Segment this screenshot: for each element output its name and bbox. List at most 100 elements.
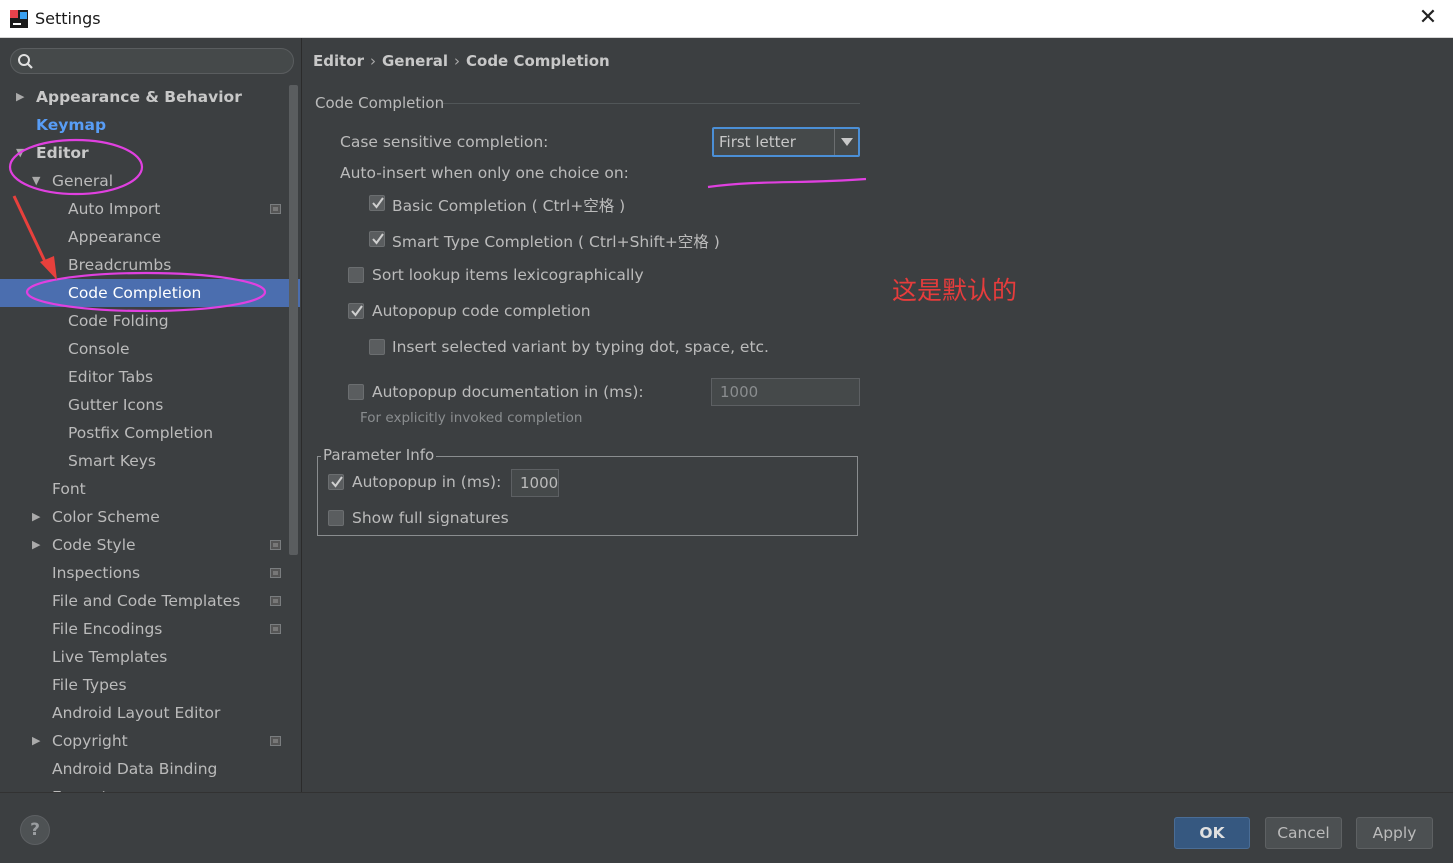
- intellij-icon: [10, 10, 28, 28]
- sidebar-item-label: Color Scheme: [52, 508, 160, 526]
- sidebar-item-label: Editor: [36, 144, 89, 162]
- project-scope-icon: [270, 204, 281, 214]
- sidebar-item-label: Appearance: [68, 228, 162, 246]
- cancel-button[interactable]: Cancel: [1265, 817, 1342, 849]
- sidebar-item-smart-keys[interactable]: Smart Keys: [0, 447, 288, 475]
- sidebar-item-inspections[interactable]: Inspections: [0, 559, 288, 587]
- sidebar-item-editor-tabs[interactable]: Editor Tabs: [0, 363, 288, 391]
- sidebar-item-code-folding[interactable]: Code Folding: [0, 307, 288, 335]
- sidebar-item-appearance[interactable]: Appearance: [0, 223, 288, 251]
- case-sensitive-value: First letter: [719, 133, 796, 151]
- search-icon: [18, 54, 33, 69]
- breadcrumb-editor: Editor: [313, 52, 364, 70]
- insert-selected-checkbox[interactable]: [369, 339, 385, 355]
- sidebar-item-general[interactable]: ▼ General: [0, 167, 288, 195]
- sidebar-item-android-data-binding[interactable]: Android Data Binding: [0, 755, 288, 783]
- smart-type-completion-checkbox[interactable]: [369, 231, 385, 247]
- apply-button[interactable]: Apply: [1356, 817, 1433, 849]
- autopopup-doc-checkbox[interactable]: [348, 384, 364, 400]
- sidebar-item-editor[interactable]: ▼ Editor: [0, 139, 288, 167]
- insert-selected-label: Insert selected variant by typing dot, s…: [392, 338, 769, 356]
- sidebar-item-label: Keymap: [36, 116, 107, 134]
- settings-tree: ▶ Appearance & Behavior Keymap ▼ Editor ▼ Gene…: [0, 83, 300, 792]
- sidebar-item-console[interactable]: Console: [0, 335, 288, 363]
- autopopup-doc-label: Autopopup documentation in (ms):: [372, 383, 644, 401]
- sidebar-item-auto-import[interactable]: Auto Import: [0, 195, 288, 223]
- dialog-button-bar: ? OK Cancel Apply: [0, 792, 1453, 863]
- search-input[interactable]: [10, 48, 294, 74]
- expand-right-icon[interactable]: ▶: [16, 83, 30, 111]
- sidebar-item-breadcrumbs[interactable]: Breadcrumbs: [0, 251, 288, 279]
- expand-right-icon[interactable]: ▶: [32, 503, 46, 531]
- close-icon[interactable]: ✕: [1417, 5, 1439, 31]
- sort-lookup-checkbox[interactable]: [348, 267, 364, 283]
- expand-down-icon[interactable]: ▼: [16, 139, 30, 167]
- sidebar-item-code-completion[interactable]: Code Completion: [0, 279, 300, 307]
- sort-lookup-label: Sort lookup items lexicographically: [372, 266, 644, 284]
- autopopup-code-checkbox[interactable]: [348, 303, 364, 319]
- expand-right-icon[interactable]: ▶: [32, 783, 46, 792]
- window-title: Settings: [35, 9, 101, 28]
- sidebar-item-label: Copyright: [52, 732, 128, 750]
- sidebar-item-android-layout-editor[interactable]: Android Layout Editor: [0, 699, 288, 727]
- sidebar-item-file-and-code-templates[interactable]: File and Code Templates: [0, 587, 288, 615]
- auto-insert-label: Auto-insert when only one choice on:: [340, 164, 629, 182]
- sidebar-item-label: Console: [68, 340, 130, 358]
- sidebar-item-label: Android Layout Editor: [52, 704, 221, 722]
- param-autopopup-checkbox[interactable]: [328, 474, 344, 490]
- breadcrumb: Editor › General › Code Completion: [313, 52, 610, 70]
- basic-completion-checkbox[interactable]: [369, 195, 385, 211]
- expand-down-icon[interactable]: ▼: [32, 167, 46, 195]
- sidebar-item-label: Emmet: [52, 783, 108, 792]
- sidebar-item-color-scheme[interactable]: ▶ Color Scheme: [0, 503, 288, 531]
- title-bar: Settings ✕: [0, 0, 1453, 38]
- sidebar-scrollbar[interactable]: [289, 85, 298, 555]
- sidebar-item-emmet[interactable]: ▶ Emmet: [0, 783, 288, 792]
- sidebar-item-label: Code Folding: [68, 312, 169, 330]
- sidebar-item-label: Auto Import: [68, 200, 161, 218]
- sidebar-item-keymap[interactable]: Keymap: [0, 111, 288, 139]
- sidebar-item-label: File Encodings: [52, 620, 163, 638]
- param-autopopup-label: Autopopup in (ms):: [352, 473, 502, 491]
- expand-right-icon[interactable]: ▶: [32, 727, 46, 755]
- sidebar-item-label: File Types: [52, 676, 127, 694]
- annotation-text: 这是默认的: [892, 276, 1018, 305]
- sidebar-item-code-style[interactable]: ▶ Code Style: [0, 531, 288, 559]
- ok-button[interactable]: OK: [1174, 817, 1250, 849]
- chevron-down-icon: [841, 138, 853, 146]
- sidebar-item-live-templates[interactable]: Live Templates: [0, 643, 288, 671]
- sidebar-item-appearance-behavior[interactable]: ▶ Appearance & Behavior: [0, 83, 288, 111]
- checkmark-icon: [372, 233, 384, 245]
- show-full-signatures-checkbox[interactable]: [328, 510, 344, 526]
- help-icon[interactable]: ?: [20, 815, 50, 845]
- sidebar-item-label: Gutter Icons: [68, 396, 164, 414]
- sidebar-item-label: Code Completion: [68, 284, 202, 302]
- param-autopopup-delay-input[interactable]: 1000: [511, 469, 559, 497]
- sidebar-item-label: Code Style: [52, 536, 136, 554]
- project-scope-icon: [270, 624, 281, 634]
- breadcrumb-separator: ›: [454, 52, 460, 70]
- dropdown-arrow-button[interactable]: [834, 129, 858, 155]
- checkmark-icon: [351, 305, 363, 317]
- checkmark-icon: [372, 197, 384, 209]
- sidebar-item-font[interactable]: Font: [0, 475, 288, 503]
- sidebar-item-label: Editor Tabs: [68, 368, 154, 386]
- sidebar-item-postfix-completion[interactable]: Postfix Completion: [0, 419, 288, 447]
- group-divider: [443, 103, 860, 104]
- autopopup-doc-hint: For explicitly invoked completion: [360, 410, 583, 426]
- sidebar-item-file-types[interactable]: File Types: [0, 671, 288, 699]
- project-scope-icon: [270, 540, 281, 550]
- case-sensitive-dropdown[interactable]: First letter: [712, 127, 860, 157]
- expand-right-icon[interactable]: ▶: [32, 531, 46, 559]
- smart-type-completion-label: Smart Type Completion ( Ctrl+Shift+空格 ): [392, 233, 720, 251]
- code-completion-group-title: Code Completion: [315, 94, 445, 112]
- sidebar-item-file-encodings[interactable]: File Encodings: [0, 615, 288, 643]
- checkmark-icon: [331, 476, 343, 488]
- settings-sidebar: ▶ Appearance & Behavior Keymap ▼ Editor ▼ Gene…: [0, 38, 302, 792]
- sidebar-item-label: Inspections: [52, 564, 141, 582]
- sidebar-item-label: Smart Keys: [68, 452, 156, 470]
- project-scope-icon: [270, 736, 281, 746]
- sidebar-item-copyright[interactable]: ▶ Copyright: [0, 727, 288, 755]
- sidebar-item-gutter-icons[interactable]: Gutter Icons: [0, 391, 288, 419]
- autopopup-doc-delay-input[interactable]: 1000: [711, 378, 860, 406]
